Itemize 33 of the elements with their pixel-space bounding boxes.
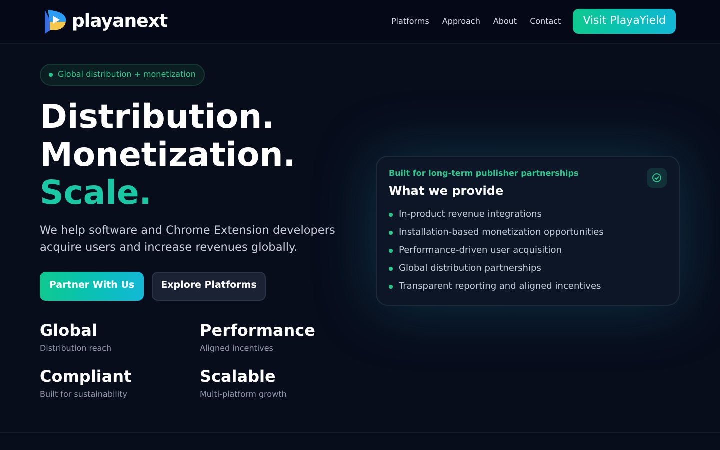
nav-link[interactable]: Contact: [530, 16, 562, 28]
cta-button[interactable]: Explore Platforms: [152, 272, 266, 301]
logo-text: playanext: [72, 10, 168, 34]
nav-link[interactable]: Approach: [442, 16, 480, 28]
logo-icon: [44, 8, 68, 36]
tagline-text: Global distribution + monetization: [58, 69, 196, 81]
nav-link[interactable]: Platforms: [391, 16, 430, 28]
stat-title: Global: [40, 321, 98, 341]
nav-link[interactable]: About: [493, 16, 518, 28]
stat-caption: Multi-platform growth: [200, 389, 288, 401]
stat-title: Performance: [200, 321, 317, 341]
bullet-icon: [389, 213, 393, 217]
feature-item: Installation-based monetization opportunities: [399, 227, 604, 239]
bullet-icon: [389, 285, 393, 289]
stat-title: Scalable: [200, 367, 277, 387]
stat-caption: Aligned incentives: [200, 343, 274, 355]
headline-line: Distribution.: [40, 98, 276, 136]
stat-title: Compliant: [40, 367, 133, 387]
check-icon: [647, 168, 667, 188]
card-eyebrow: Built for long-term publisher partnerships: [389, 168, 579, 180]
stat-caption: Built for sustainability: [40, 389, 128, 401]
lead-text: We help software and Chrome Extension developers acquire users and increase revenues globally.: [40, 223, 336, 256]
bullet-icon: [389, 249, 393, 253]
headline-line: Scale.: [40, 174, 153, 212]
feature-item: In-product revenue integrations: [399, 209, 542, 221]
bullet-icon: [389, 267, 393, 271]
feature-item: Transparent reporting and aligned incentives: [399, 281, 602, 293]
feature-item: Global distribution partnerships: [399, 263, 542, 275]
headline-line: Monetization.: [40, 136, 297, 174]
card-title: What we provide: [389, 183, 505, 200]
feature-item: Performance-driven user acquisition: [399, 245, 562, 257]
stat-caption: Distribution reach: [40, 343, 113, 355]
bullet-icon: [389, 231, 393, 235]
